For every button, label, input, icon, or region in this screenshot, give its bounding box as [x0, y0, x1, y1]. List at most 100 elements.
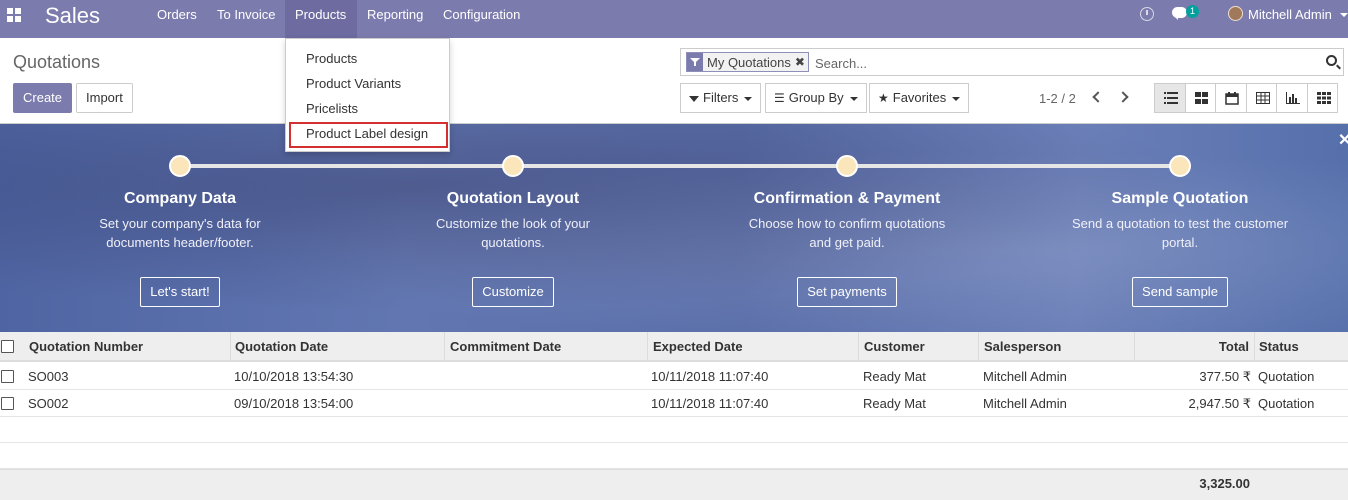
column-header[interactable]: Expected Date: [648, 332, 859, 362]
filters-label: Filters: [703, 90, 739, 105]
cell-date: 09/10/2018 13:54:00: [234, 396, 354, 411]
import-button[interactable]: Import: [76, 83, 133, 113]
onboarding-banner: ✕ Company Data Set your company's data f…: [0, 124, 1348, 332]
cell-customer: Ready Mat: [863, 369, 926, 384]
menu-to-invoice[interactable]: To Invoice: [207, 0, 286, 38]
filter-icon: [687, 53, 703, 71]
table-row[interactable]: SO002 09/10/2018 13:54:00 10/11/2018 11:…: [0, 390, 1348, 417]
step-title: Sample Quotation: [1111, 190, 1249, 207]
pager-next-icon[interactable]: [1118, 90, 1132, 104]
step-description: Send a quotation to test the customer po…: [1071, 216, 1289, 250]
cell-status: Quotation: [1258, 396, 1315, 411]
menu-products[interactable]: Products: [285, 0, 357, 38]
column-header[interactable]: Quotation Number: [24, 332, 231, 362]
step-dot: [836, 155, 858, 177]
cell-total: 2,947.50 ₹: [1188, 396, 1252, 411]
dropdown-item-products[interactable]: Products: [306, 51, 357, 66]
set-payments-button[interactable]: Set payments: [797, 277, 897, 307]
table-row[interactable]: SO003 10/10/2018 13:54:30 10/11/2018 11:…: [0, 363, 1348, 390]
row-checkbox[interactable]: [1, 370, 14, 383]
send-sample-button[interactable]: Send sample: [1132, 277, 1228, 307]
customize-button[interactable]: Customize: [472, 277, 554, 307]
search-input[interactable]: [815, 53, 1315, 73]
user-caret-icon[interactable]: [1340, 13, 1348, 17]
view-switcher: [1154, 83, 1338, 113]
cell-status: Quotation: [1258, 369, 1315, 384]
top-navbar: Sales Orders To Invoice Products Reporti…: [0, 0, 1348, 38]
column-header[interactable]: Customer: [859, 332, 979, 362]
column-header[interactable]: Total: [1135, 332, 1255, 362]
step-title: Company Data: [123, 190, 237, 207]
menu-reporting[interactable]: Reporting: [357, 0, 433, 38]
dropdown-item-pricelists[interactable]: Pricelists: [306, 101, 358, 116]
control-panel: Quotations Create Import My Quotations ✖…: [0, 38, 1348, 124]
favorites-dropdown[interactable]: ★ Favorites: [869, 83, 970, 113]
step-quotation-layout: Quotation Layout Customize the look of y…: [403, 190, 623, 307]
table-footer: 3,325.00: [0, 469, 1348, 500]
step-title: Confirmation & Payment: [753, 190, 941, 207]
list-view-icon[interactable]: [1154, 83, 1186, 113]
pager-previous-icon[interactable]: [1090, 90, 1104, 104]
cell-salesperson: Mitchell Admin: [983, 396, 1067, 411]
step-description: Set your company's data for documents he…: [99, 216, 261, 250]
activity-clock-icon[interactable]: [1140, 7, 1154, 21]
column-header[interactable]: Status: [1254, 332, 1348, 362]
column-header[interactable]: Commitment Date: [445, 332, 648, 362]
sum-total: 3,325.00: [1199, 476, 1250, 491]
dropdown-item-product-variants[interactable]: Product Variants: [306, 76, 401, 91]
caret-down-icon: [849, 96, 858, 101]
filters-dropdown[interactable]: Filters: [680, 83, 762, 113]
apps-menu-icon[interactable]: [7, 8, 21, 22]
column-header[interactable]: Quotation Date: [230, 332, 445, 362]
breadcrumb: Quotations: [13, 52, 101, 72]
cell-customer: Ready Mat: [863, 396, 926, 411]
products-dropdown-menu: Products Product Variants Pricelists Pro…: [285, 38, 450, 152]
step-dot: [1169, 155, 1191, 177]
select-all-checkbox[interactable]: [1, 340, 14, 353]
step-dot: [169, 155, 191, 177]
star-icon: ★: [878, 91, 889, 105]
column-header[interactable]: Salesperson: [979, 332, 1135, 362]
pivot-view-icon[interactable]: [1245, 83, 1277, 113]
dropdown-item-product-label-design[interactable]: Product Label design: [306, 126, 428, 141]
cell-number: SO003: [28, 369, 69, 384]
user-avatar[interactable]: [1228, 6, 1243, 21]
search-bar: My Quotations ✖: [680, 48, 1344, 76]
cell-total: 377.50 ₹: [1199, 369, 1251, 384]
step-title: Quotation Layout: [446, 190, 580, 207]
lets-start-button[interactable]: Let's start!: [140, 277, 220, 307]
chat-counter-badge: 1: [1186, 5, 1200, 18]
empty-row: [0, 443, 1348, 469]
progress-line: [180, 164, 1180, 168]
caret-down-icon: [744, 96, 753, 101]
list-icon: ☰: [774, 91, 785, 105]
groupby-dropdown[interactable]: ☰ Group By: [765, 83, 867, 113]
cell-expected: 10/11/2018 11:07:40: [651, 369, 769, 384]
empty-row: [0, 417, 1348, 443]
app-brand[interactable]: Sales: [45, 3, 100, 29]
favorites-label: Favorites: [892, 90, 947, 105]
kanban-view-icon[interactable]: [1184, 83, 1216, 113]
step-dot: [502, 155, 524, 177]
search-icon[interactable]: [1326, 55, 1337, 66]
caret-down-icon: [952, 96, 961, 101]
calendar-view-icon[interactable]: [1215, 83, 1247, 113]
graph-view-icon[interactable]: [1276, 83, 1308, 113]
create-button[interactable]: Create: [13, 83, 73, 113]
facet-remove-icon[interactable]: ✖: [795, 55, 808, 69]
messaging-chat-icon[interactable]: [1172, 7, 1187, 20]
step-company-data: Company Data Set your company's data for…: [70, 190, 290, 307]
step-description: Choose how to confirm quotations and get…: [748, 216, 946, 250]
menu-configuration[interactable]: Configuration: [433, 0, 530, 38]
groupby-label: Group By: [788, 90, 844, 105]
table-header: Quotation Number Quotation Date Commitme…: [0, 332, 1348, 362]
grid-view-icon[interactable]: [1306, 83, 1338, 113]
user-menu-name[interactable]: Mitchell Admin: [1248, 7, 1332, 22]
cell-date: 10/10/2018 13:54:30: [234, 369, 354, 384]
pager-value[interactable]: 1-2 / 2: [1039, 91, 1076, 106]
row-checkbox[interactable]: [1, 397, 14, 410]
menu-orders[interactable]: Orders: [147, 0, 207, 38]
step-description: Customize the look of your quotations.: [436, 216, 590, 250]
cell-number: SO002: [28, 396, 69, 411]
close-icon[interactable]: ✕: [1338, 130, 1348, 150]
